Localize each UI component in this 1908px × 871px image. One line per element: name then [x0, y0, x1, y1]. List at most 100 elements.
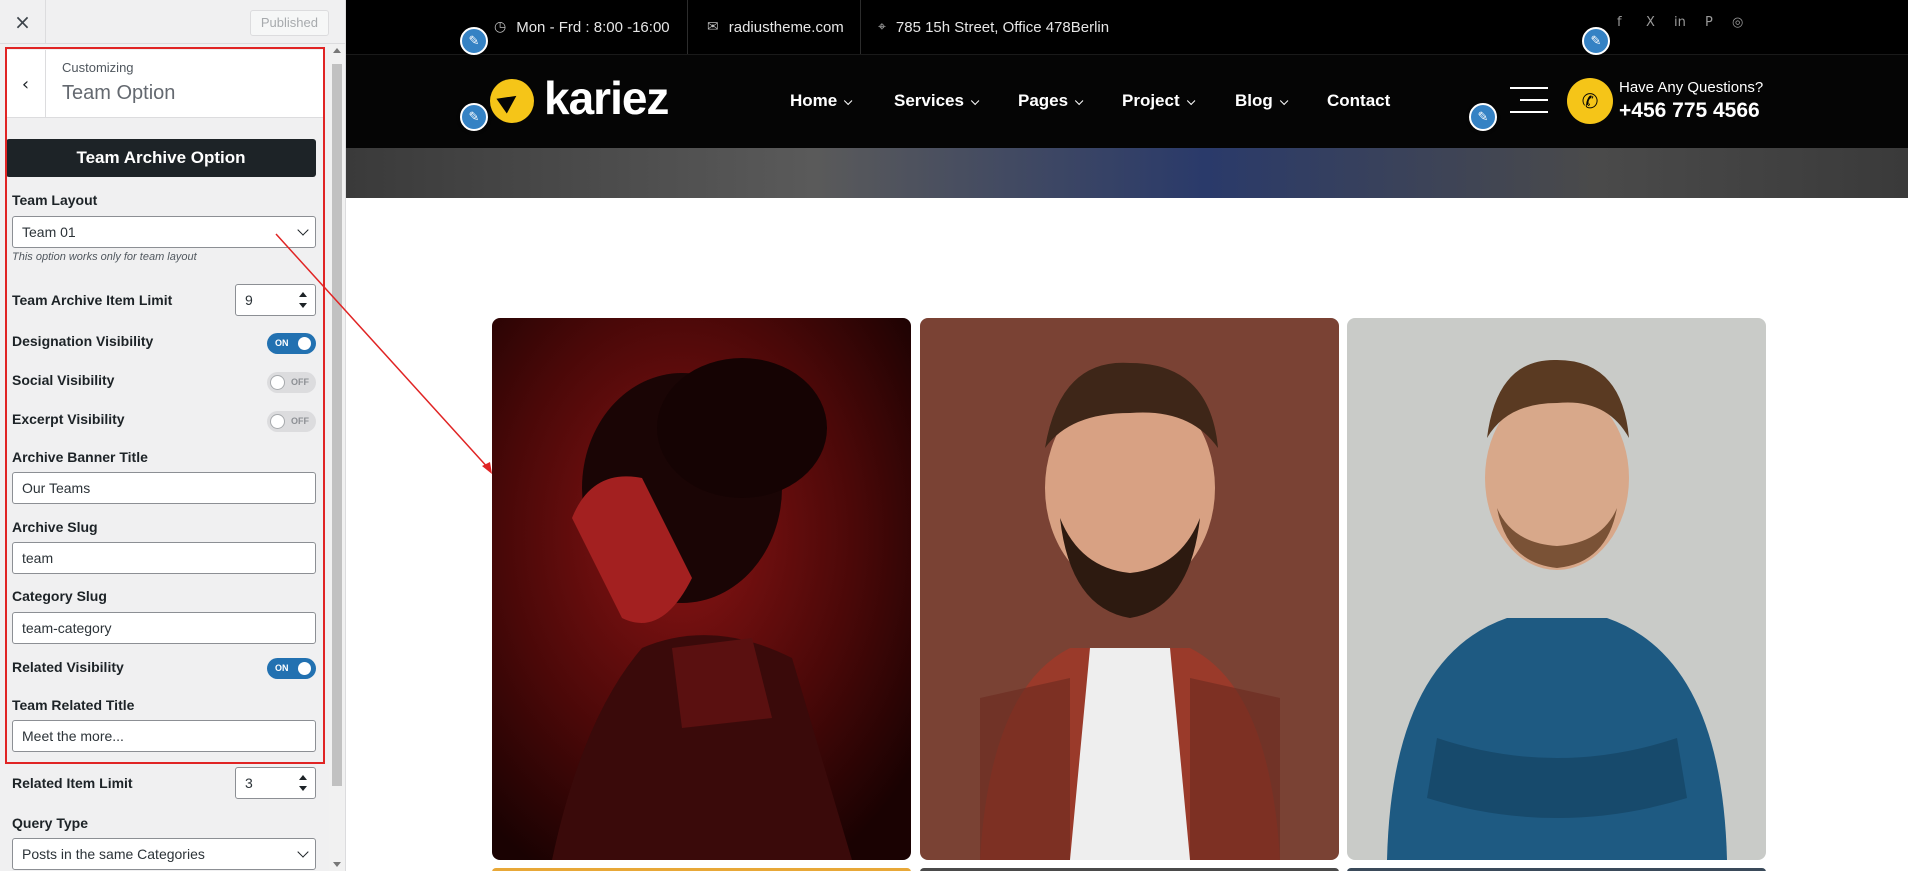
related-item-limit-input[interactable]: 3: [235, 767, 316, 799]
related-item-limit-value: 3: [245, 775, 253, 791]
top-bar: ◷ Mon - Frd : 8:00 -16:00 ✉ radiustheme.…: [346, 0, 1908, 54]
phone-question: Have Any Questions?: [1619, 79, 1764, 96]
pinterest-icon[interactable]: P: [1705, 15, 1713, 30]
x-twitter-icon[interactable]: X: [1646, 15, 1655, 30]
related-visibility-toggle[interactable]: ON: [267, 658, 316, 679]
main-navigation: kariez Home Services Pages Project Blog …: [346, 54, 1908, 148]
linkedin-icon[interactable]: in: [1674, 15, 1686, 30]
hamburger-menu-icon[interactable]: [1510, 87, 1548, 123]
query-type-label: Query Type: [12, 815, 88, 831]
toggle-knob: [271, 415, 284, 428]
clock-icon: ◷: [494, 19, 507, 35]
chevron-down-icon: [297, 846, 309, 858]
team-layout-select[interactable]: Team 01: [12, 216, 316, 248]
customizer-panel: × Published ‹ Customizing Team Option Te…: [0, 0, 346, 871]
related-item-limit-label: Related Item Limit: [12, 775, 133, 791]
related-visibility-label: Related Visibility: [12, 659, 124, 675]
close-icon[interactable]: ×: [0, 0, 46, 44]
nav-blog[interactable]: Blog: [1235, 91, 1289, 111]
scroll-thumb[interactable]: [332, 64, 342, 786]
instagram-icon[interactable]: ◎: [1732, 15, 1743, 30]
nav-home[interactable]: Home: [790, 91, 853, 111]
site-preview: ◷ Mon - Frd : 8:00 -16:00 ✉ radiustheme.…: [346, 0, 1908, 871]
published-button[interactable]: Published: [249, 10, 329, 36]
section-title-bar: ‹ Customizing Team Option: [6, 50, 324, 118]
toggle-state: OFF: [291, 416, 309, 426]
archive-item-limit-input[interactable]: 9: [235, 284, 316, 316]
chevron-down-icon: [970, 96, 980, 106]
facebook-icon[interactable]: f: [1617, 15, 1622, 30]
archive-slug-input[interactable]: team: [12, 542, 316, 574]
customizing-label: Customizing: [62, 60, 134, 75]
social-visibility-label: Social Visibility: [12, 372, 115, 388]
back-icon[interactable]: ‹: [6, 50, 46, 118]
team-member-card[interactable]: [1347, 318, 1766, 860]
scroll-up-icon[interactable]: [333, 48, 341, 53]
team-member-photo: [1347, 318, 1766, 860]
toggle-state: ON: [275, 663, 289, 673]
team-archive-option-heading: Team Archive Option: [6, 139, 316, 177]
chevron-down-icon: [1074, 96, 1084, 106]
team-member-photo: [492, 318, 911, 860]
designation-visibility-toggle[interactable]: ON: [267, 333, 316, 354]
hours-text: Mon - Frd : 8:00 -16:00: [516, 18, 670, 36]
designation-visibility-label: Designation Visibility: [12, 333, 154, 349]
edit-pencil-icon[interactable]: ✎: [460, 27, 488, 55]
toggle-knob: [298, 662, 311, 675]
logo-icon[interactable]: [490, 79, 534, 123]
location-pin-icon: ⌖: [878, 19, 886, 35]
toggle-state: OFF: [291, 377, 309, 387]
archive-banner-title-input[interactable]: Our Teams: [12, 472, 316, 504]
hours-info: ◷ Mon - Frd : 8:00 -16:00: [494, 0, 670, 54]
toggle-knob: [271, 376, 284, 389]
phone-icon: ✆: [1567, 78, 1613, 124]
excerpt-visibility-label: Excerpt Visibility: [12, 411, 125, 427]
team-member-card[interactable]: [920, 318, 1339, 860]
section-title: Team Option: [62, 82, 176, 104]
team-layout-hint: This option works only for team layout: [12, 251, 197, 263]
archive-item-limit-label: Team Archive Item Limit: [12, 292, 173, 308]
nav-services[interactable]: Services: [894, 91, 980, 111]
address-text: 785 15h Street, Office 478Berlin: [895, 18, 1110, 36]
archive-item-limit-value: 9: [245, 292, 253, 308]
phone-number[interactable]: +456 775 4566: [1619, 99, 1760, 123]
archive-slug-label: Archive Slug: [12, 519, 98, 535]
divider: [687, 0, 688, 54]
chevron-down-icon: [297, 224, 309, 236]
team-related-title-input[interactable]: Meet the more...: [12, 720, 316, 752]
divider: [860, 0, 861, 54]
query-type-value: Posts in the same Categories: [22, 846, 205, 862]
email-text[interactable]: radiustheme.com: [729, 19, 844, 36]
nav-pages[interactable]: Pages: [1018, 91, 1084, 111]
customizer-header: × Published: [0, 0, 345, 44]
team-member-photo: [920, 318, 1339, 860]
category-slug-input[interactable]: team-category: [12, 612, 316, 644]
excerpt-visibility-toggle[interactable]: OFF: [267, 411, 316, 432]
toggle-state: ON: [275, 338, 289, 348]
social-visibility-toggle[interactable]: OFF: [267, 372, 316, 393]
nav-contact[interactable]: Contact: [1327, 91, 1390, 111]
scroll-down-icon[interactable]: [333, 862, 341, 867]
edit-pencil-icon[interactable]: ✎: [1582, 27, 1610, 55]
page-banner-image: [346, 148, 1908, 198]
team-layout-label: Team Layout: [12, 192, 98, 208]
chevron-down-icon: [1279, 96, 1289, 106]
team-member-card[interactable]: [492, 318, 911, 860]
team-related-title-label: Team Related Title: [12, 697, 135, 713]
category-slug-label: Category Slug: [12, 588, 107, 604]
archive-banner-title-label: Archive Banner Title: [12, 449, 148, 465]
edit-pencil-icon[interactable]: ✎: [1469, 103, 1497, 131]
query-type-select[interactable]: Posts in the same Categories: [12, 838, 316, 870]
spinner-icon[interactable]: [299, 775, 307, 791]
email-info[interactable]: ✉ radiustheme.com: [707, 0, 844, 54]
chevron-down-icon: [1186, 96, 1196, 106]
address-info: ⌖ 785 15h Street, Office 478Berlin: [878, 0, 1109, 54]
edit-pencil-icon[interactable]: ✎: [460, 103, 488, 131]
chevron-down-icon: [844, 96, 853, 106]
logo-text[interactable]: kariez: [544, 71, 669, 125]
mail-icon: ✉: [707, 19, 719, 35]
toggle-knob: [298, 337, 311, 350]
nav-project[interactable]: Project: [1122, 91, 1196, 111]
panel-scrollbar[interactable]: [329, 44, 345, 871]
spinner-icon[interactable]: [299, 292, 307, 308]
